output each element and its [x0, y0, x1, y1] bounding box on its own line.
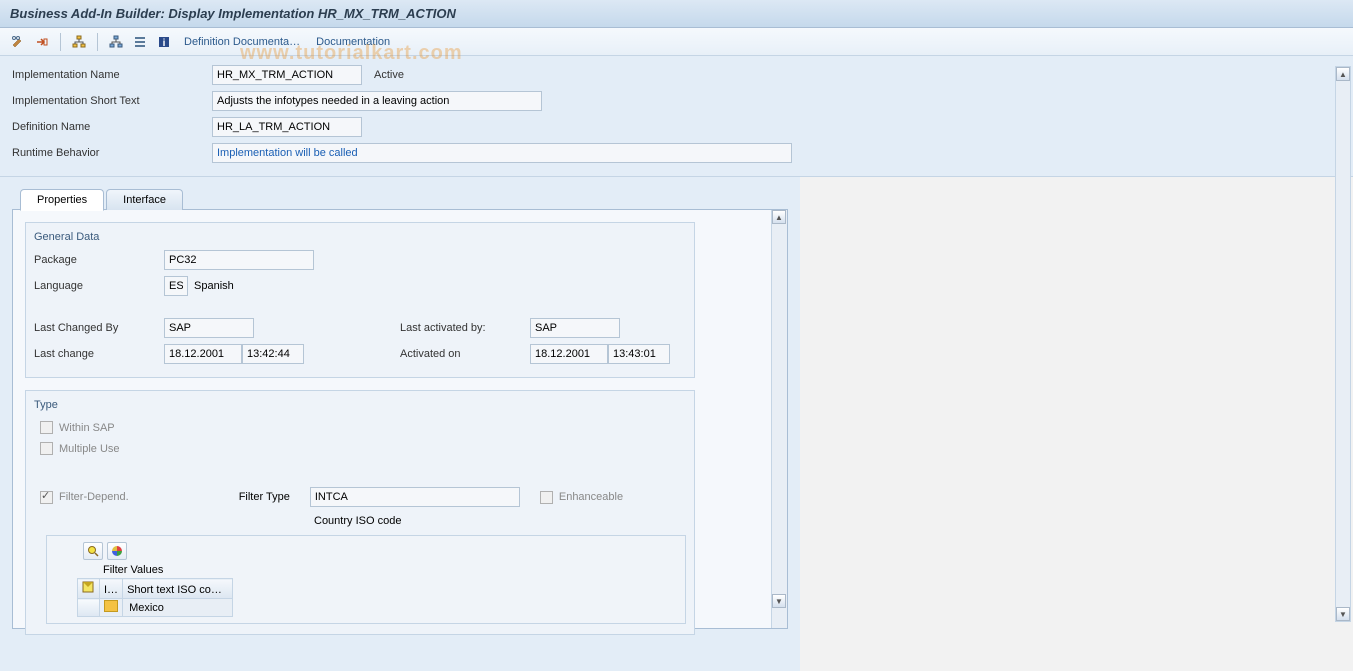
last-change-label: Last change [34, 348, 164, 360]
tab-properties[interactable]: Properties [20, 189, 104, 211]
type-title: Type [34, 399, 686, 417]
list-button[interactable] [130, 32, 150, 52]
application-toolbar: i Definition Documenta… Documentation [0, 28, 1353, 56]
col-short-header[interactable]: Short text ISO co… [123, 579, 233, 599]
last-activated-by-label: Last activated by: [400, 322, 530, 334]
activated-on-date-field[interactable] [530, 344, 608, 364]
list-icon [133, 35, 147, 49]
last-change-time-field[interactable] [242, 344, 304, 364]
col-i-header[interactable]: I… [100, 579, 123, 599]
toolbar-separator [60, 33, 61, 51]
pencil-glasses-icon [11, 35, 25, 49]
row-selector-header[interactable] [78, 579, 100, 599]
definition-name-field[interactable] [212, 117, 362, 137]
folder-icon [104, 600, 118, 612]
cell-country: Mexico [123, 599, 233, 617]
svg-text:i: i [163, 38, 166, 49]
scroll-up-icon[interactable]: ▲ [1336, 67, 1350, 81]
row-selector[interactable] [78, 599, 100, 617]
runtime-behavior-field[interactable] [212, 143, 792, 163]
last-changed-by-field[interactable] [164, 318, 254, 338]
runtime-behavior-label: Runtime Behavior [12, 147, 212, 159]
properties-panel: General Data Package Language Spanish La… [12, 209, 788, 629]
filter-depend-label: Filter-Depend. [59, 491, 129, 503]
within-sap-checkbox [40, 421, 53, 434]
tab-content-area: Properties Interface General Data Packag… [0, 177, 800, 671]
package-field[interactable] [164, 250, 314, 270]
filter-values-title: Filter Values [103, 564, 679, 576]
other-object-button[interactable] [32, 32, 52, 52]
implementation-short-text-label: Implementation Short Text [12, 95, 212, 107]
hierarchy-2-icon [109, 35, 123, 49]
info-button[interactable]: i [154, 32, 174, 52]
color-circle-icon [111, 545, 123, 557]
filter-values-table: I… Short text ISO co… Mexico [77, 578, 233, 617]
activated-on-time-field[interactable] [608, 344, 670, 364]
filter-type-caption: Country ISO code [314, 515, 686, 527]
tab-interface[interactable]: Interface [106, 189, 183, 210]
table-row[interactable]: Mexico [78, 599, 233, 617]
general-data-title: General Data [34, 231, 686, 249]
activated-on-label: Activated on [400, 348, 530, 360]
enhanceable-label: Enhanceable [559, 491, 623, 503]
within-sap-label: Within SAP [59, 422, 115, 434]
hierarchy-icon [72, 35, 86, 49]
arrow-target-icon [35, 35, 49, 49]
language-code-field[interactable] [164, 276, 188, 296]
filter-values-panel: Filter Values I… Short text ISO co… [46, 535, 686, 624]
toggle-edit-button[interactable] [8, 32, 28, 52]
implementation-name-label: Implementation Name [12, 69, 212, 81]
cell-icon [100, 599, 123, 617]
filter-type-label: Filter Type [239, 491, 290, 503]
package-label: Package [34, 254, 164, 266]
tab-strip: Properties Interface [20, 189, 788, 210]
magnifier-icon [87, 545, 99, 557]
language-text: Spanish [194, 280, 234, 292]
filter-type-field[interactable] [310, 487, 520, 507]
implementation-name-field[interactable] [212, 65, 362, 85]
toolbar-separator [97, 33, 98, 51]
details-button[interactable] [83, 542, 103, 560]
header-fields: Implementation Name Active Implementatio… [0, 56, 1353, 177]
enhanceable-checkbox [540, 491, 553, 504]
implementation-short-text-field[interactable] [212, 91, 542, 111]
definition-documentation-link[interactable]: Definition Documenta… [178, 36, 306, 48]
scroll-down-icon[interactable]: ▼ [1336, 607, 1350, 621]
window-vertical-scrollbar[interactable]: ▲ ▼ [1335, 66, 1351, 622]
implementation-status: Active [374, 69, 404, 81]
type-group: Type Within SAP Multiple Use Filter-Depe… [25, 390, 695, 635]
color-button[interactable] [107, 542, 127, 560]
multiple-use-label: Multiple Use [59, 443, 120, 455]
panel-vertical-scrollbar[interactable]: ▲ ▼ [771, 210, 787, 628]
window-title: Business Add-In Builder: Display Impleme… [0, 0, 1353, 28]
last-change-date-field[interactable] [164, 344, 242, 364]
select-all-icon [82, 581, 94, 593]
last-activated-by-field[interactable] [530, 318, 620, 338]
hierarchy-button[interactable] [106, 32, 126, 52]
scroll-up-icon[interactable]: ▲ [772, 210, 786, 224]
scroll-down-icon[interactable]: ▼ [772, 594, 786, 608]
documentation-link[interactable]: Documentation [310, 36, 396, 48]
language-label: Language [34, 280, 164, 292]
last-changed-by-label: Last Changed By [34, 322, 164, 334]
filter-depend-checkbox [40, 491, 53, 504]
info-icon: i [157, 35, 171, 49]
general-data-group: General Data Package Language Spanish La… [25, 222, 695, 378]
multiple-use-checkbox [40, 442, 53, 455]
nav-button-1[interactable] [69, 32, 89, 52]
definition-name-label: Definition Name [12, 121, 212, 133]
